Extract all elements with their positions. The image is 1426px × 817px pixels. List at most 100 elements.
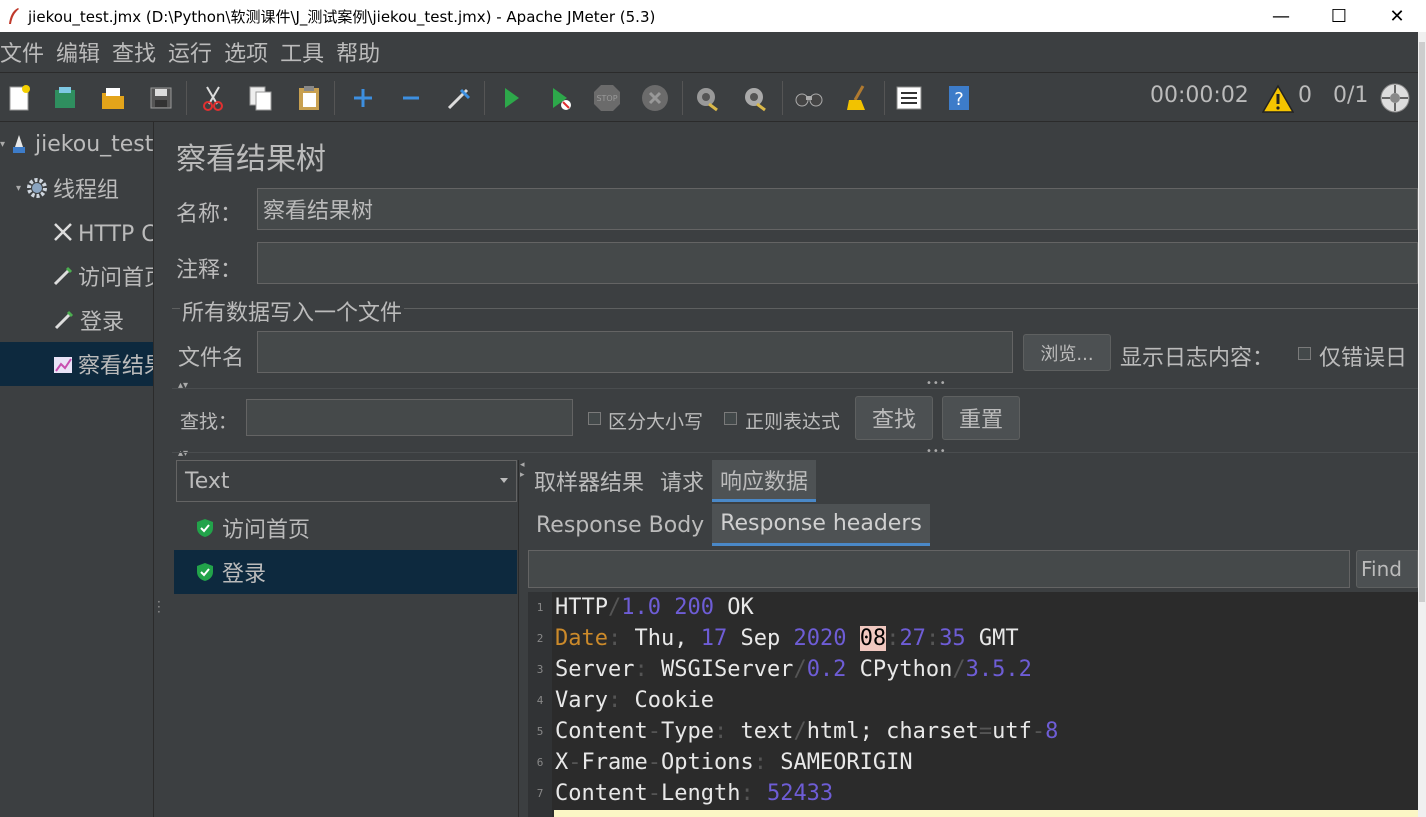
reset-button[interactable]: 重置 [942,396,1020,440]
minimize-button[interactable]: — [1252,0,1310,32]
search-binoculars-icon[interactable] [792,81,826,115]
header-line: 5 Content-Type: text/html; charset=utf-8 [528,716,1418,747]
menu-help[interactable]: 帮助 [336,36,380,68]
start-icon[interactable] [494,81,528,115]
templates-icon[interactable] [48,81,82,115]
tree-item-visit-home[interactable]: 访问首页 [0,254,153,298]
tree-item-view-results[interactable]: 察看结果树 [0,342,153,386]
result-item-visit-home[interactable]: 访问首页 [174,506,517,550]
line-number: 7 [536,787,544,800]
tab-response-body[interactable]: Response Body [528,504,712,546]
renderer-select[interactable]: Text [176,460,517,502]
menu-edit[interactable]: 编辑 [56,36,100,68]
header-line: 2 Date: Thu, 17 Sep 2020 08:27:35 GMT [528,623,1418,654]
line-number: 2 [536,632,544,645]
header-text: Content-Length: 52433 [555,781,834,806]
save-icon[interactable] [144,81,178,115]
results-splitter[interactable]: ◂ ▸ [518,460,526,817]
panel-title: 察看结果树 [176,142,326,177]
comment-field[interactable] [257,242,1418,284]
errors-only-checkbox[interactable] [1298,347,1311,360]
menu-tools[interactable]: 工具 [280,36,324,68]
listener-chart-icon [52,352,74,376]
warning-count: 0 [1298,83,1312,108]
menu-bar: 文件 编辑 查找 运行 选项 工具 帮助 [0,32,1418,72]
response-headers-editor[interactable]: 1 HTTP/1.0 200 OK 2 Date: Thu, 17 Sep 2020 … [528,592,1418,817]
header-line: 7 Content-Length: 52433 [528,778,1418,809]
result-item-label: 访问首页 [222,518,311,543]
stop-icon[interactable]: STOP [590,81,624,115]
function-helper-icon[interactable] [892,81,926,115]
header-text: Vary: Cookie [555,688,714,713]
tab-request[interactable]: 请求 [652,460,712,502]
menu-search[interactable]: 查找 [112,36,156,68]
tree-item-login[interactable]: 登录 [0,298,153,342]
warning-icon[interactable] [1262,83,1294,115]
result-item-label: 登录 [222,562,267,587]
view-results-tree-panel: 察看结果树 名称： 察看结果树 注释： 所有数据写入一个文件 文件名 浏览...… [166,122,1418,817]
sampler-pen-icon [52,264,74,288]
regex-checkbox[interactable] [724,412,737,425]
collapse-icon[interactable] [394,81,428,115]
name-field[interactable]: 察看结果树 [257,188,1418,230]
tree-splitter[interactable]: · · · [154,122,166,817]
find-in-response-input[interactable] [528,550,1350,588]
tab-response-data[interactable]: 响应数据 [712,460,817,502]
header-text: Content-Type: text/html; charset=utf-8 [555,719,1059,744]
close-button[interactable]: ✕ [1368,0,1426,32]
line-number: 5 [536,725,544,738]
tab-response-headers[interactable]: Response headers [712,504,930,546]
cut-icon[interactable] [196,81,230,115]
maximize-button[interactable]: ☐ [1310,0,1368,32]
window-scrollbar[interactable] [1418,32,1426,817]
sampler-pen-icon [52,308,76,332]
tree-item-test-plan[interactable]: ▾ jiekou_test [0,122,153,166]
menu-run[interactable]: 运行 [168,36,212,68]
expand-icon[interactable] [346,81,380,115]
shutdown-icon[interactable] [638,81,672,115]
filename-field[interactable] [257,331,1013,373]
tree-item-thread-group[interactable]: ▾ 线程组 [0,166,153,210]
reset-search-broom-icon[interactable] [840,81,874,115]
find-button[interactable]: 查找 [855,396,933,440]
clear-all-icon[interactable] [738,81,772,115]
tree-item-cookie-manager[interactable]: HTTP Cookie管理器 [0,210,153,254]
browse-button[interactable]: 浏览... [1023,334,1111,371]
open-icon[interactable] [96,81,130,115]
copy-icon[interactable] [244,81,278,115]
case-sensitive-label: 区分大小写 [608,411,704,433]
gear-icon [25,176,49,200]
response-subtabs: Response Body Response headers [528,504,930,546]
header-line: 1 HTTP/1.0 200 OK [528,592,1418,623]
window-title: jiekou_test.jmx (D:\Python\软测课件\J_测试案例\j… [28,7,656,26]
comment-label: 注释： [176,258,243,283]
line-number: 1 [536,601,544,614]
find-in-response-button[interactable]: Find [1356,550,1418,588]
toggle-icon[interactable] [442,81,476,115]
menu-options[interactable]: 选项 [224,36,268,68]
search-label: 查找： [180,411,238,433]
search-input[interactable] [246,399,573,436]
result-item-login[interactable]: 登录 [174,550,517,594]
thread-count: 0/1 [1333,83,1369,108]
chevron-down-icon [500,478,508,483]
remote-globe-icon[interactable] [1378,81,1412,115]
file-group-label: 所有数据写入一个文件 [180,295,405,327]
title-bar: jiekou_test.jmx (D:\Python\软测课件\J_测试案例\j… [0,0,1426,32]
paste-icon[interactable] [292,81,326,115]
start-no-pauses-icon[interactable] [542,81,576,115]
log-display-label: 显示日志内容： [1120,346,1275,371]
tab-sampler-result[interactable]: 取样器结果 [526,460,652,502]
clear-icon[interactable] [690,81,724,115]
menu-file[interactable]: 文件 [0,36,44,68]
line-number: 6 [536,756,544,769]
result-tabs: 取样器结果 请求 响应数据 [526,460,817,502]
header-text: Server: WSGIServer/0.2 CPython/3.5.2 [555,657,1032,682]
success-shield-icon [196,518,214,538]
help-icon[interactable]: ? [942,81,976,115]
new-icon[interactable] [2,81,36,115]
tree-item-label: 察看结果树 [78,354,153,379]
case-sensitive-checkbox[interactable] [588,412,601,425]
line-number: 4 [536,694,544,707]
tree-item-label: 登录 [80,310,125,335]
